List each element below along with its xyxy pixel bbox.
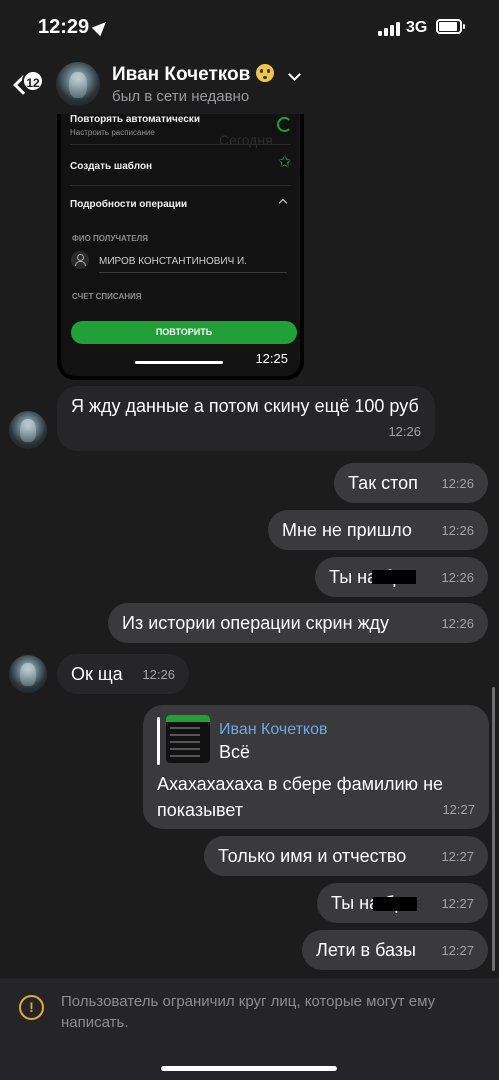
signal-icon: [378, 22, 402, 36]
screenshot-row-auto-repeat: Повторять автоматически: [70, 114, 200, 125]
contact-name-button[interactable]: Иван Кочетков: [112, 64, 275, 86]
screenshot-ghost-date: Сегодня: [219, 132, 273, 148]
censor-bar: [373, 897, 417, 911]
message-time: 12:26: [142, 667, 175, 682]
outgoing-message[interactable]: Из истории операции скрин жду 12:26: [108, 603, 488, 643]
chevron-down-icon[interactable]: [288, 68, 301, 81]
message-text: Только имя и отчество: [218, 846, 407, 866]
outgoing-reply-message[interactable]: Иван Кочетков Всё Ахахахахаха в сбере фа…: [143, 705, 489, 829]
message-time: 12:25: [255, 351, 288, 366]
contact-avatar[interactable]: [56, 62, 100, 106]
message-time: 12:27: [441, 943, 474, 958]
sender-avatar[interactable]: [9, 655, 47, 693]
reply-indicator-bar: [157, 717, 160, 765]
message-time: 12:26: [441, 476, 474, 491]
outgoing-message[interactable]: Ты на бр 12:27: [317, 883, 488, 923]
screenshot-row-auto-sub: Настроить расписание: [70, 128, 155, 137]
battery-icon: [436, 19, 465, 34]
incoming-message[interactable]: Я жду данные а потом скину ещё 100 руб 1…: [57, 386, 435, 451]
divider: [70, 185, 291, 186]
screenshot-account-caption: СЧЕТ СПИСАНИЯ: [72, 292, 142, 301]
warning-icon: !: [19, 995, 44, 1020]
outgoing-message[interactable]: Мне не пришло 12:26: [268, 510, 488, 550]
divider: [70, 144, 291, 145]
status-bar: 12:29 3G: [0, 0, 499, 56]
screenshot-home-indicator: [135, 361, 223, 364]
incoming-message[interactable]: Ок ща 12:26: [57, 654, 189, 694]
message-time: 12:26: [388, 424, 421, 439]
flushed-face-emoji-icon: [256, 64, 275, 82]
home-indicator[interactable]: [161, 1066, 337, 1071]
restriction-notice: ! Пользователь ограничил круг лиц, котор…: [0, 978, 499, 1080]
outgoing-message[interactable]: Так стоп 12:26: [334, 463, 488, 503]
outgoing-message[interactable]: Лети в базы 12:27: [302, 930, 488, 970]
person-icon: [71, 251, 89, 269]
message-time: 12:27: [441, 849, 474, 864]
unread-badge: 12: [22, 70, 44, 92]
screenshot-row-details: Подробности операции: [70, 199, 188, 210]
screenshot-repeat-button: ПОВТОРИТЬ: [71, 321, 297, 344]
outgoing-message[interactable]: Только имя и отчество 12:27: [204, 836, 488, 876]
refresh-icon: [277, 117, 292, 132]
divider: [99, 272, 287, 273]
message-time: 12:26: [441, 616, 474, 631]
message-time: 12:27: [442, 802, 475, 817]
message-text: Ахахахахаха в сбере фамилию не показывет: [157, 774, 444, 820]
star-icon: ✩: [278, 154, 292, 171]
message-time: 12:26: [441, 523, 474, 538]
screenshot-recipient-caption: ФИО ПОЛУЧАТЕЛЯ: [72, 234, 148, 243]
network-type: 3G: [406, 19, 428, 36]
screenshot-row-template: Создать шаблон: [70, 161, 153, 172]
clock: 12:29: [38, 16, 90, 38]
screenshot-content: Повторять автоматически Настроить распис…: [61, 112, 300, 376]
censor-bar: [372, 570, 416, 584]
message-text: Я жду данные а потом скину ещё 100 руб: [71, 396, 419, 416]
chat-scrollbar[interactable]: [492, 687, 495, 971]
message-text: Из истории операции скрин жду: [122, 613, 390, 633]
reply-image-thumbnail: [166, 715, 210, 763]
contact-name: Иван Кочетков: [112, 64, 251, 85]
message-time: 12:26: [441, 570, 474, 585]
chat-header: 12 Иван Кочетков был в сети недавно: [0, 56, 499, 114]
sender-avatar[interactable]: [9, 411, 47, 449]
message-time: 12:27: [441, 896, 474, 911]
last-seen-status: был в сети недавно: [112, 88, 250, 105]
location-arrow-icon: [91, 17, 111, 37]
screenshot-image-message[interactable]: Повторять автоматически Настроить распис…: [57, 112, 304, 380]
screenshot-recipient-name: МИРОВ КОНСТАНТИНОВИЧ И.: [99, 256, 248, 267]
restriction-notice-text: Пользователь ограничил круг лиц, которые…: [61, 993, 436, 1031]
outgoing-message[interactable]: Ты на бр 12:26: [315, 557, 488, 597]
back-button[interactable]: 12: [10, 64, 50, 104]
reply-quoted-text: Всё: [219, 742, 251, 762]
